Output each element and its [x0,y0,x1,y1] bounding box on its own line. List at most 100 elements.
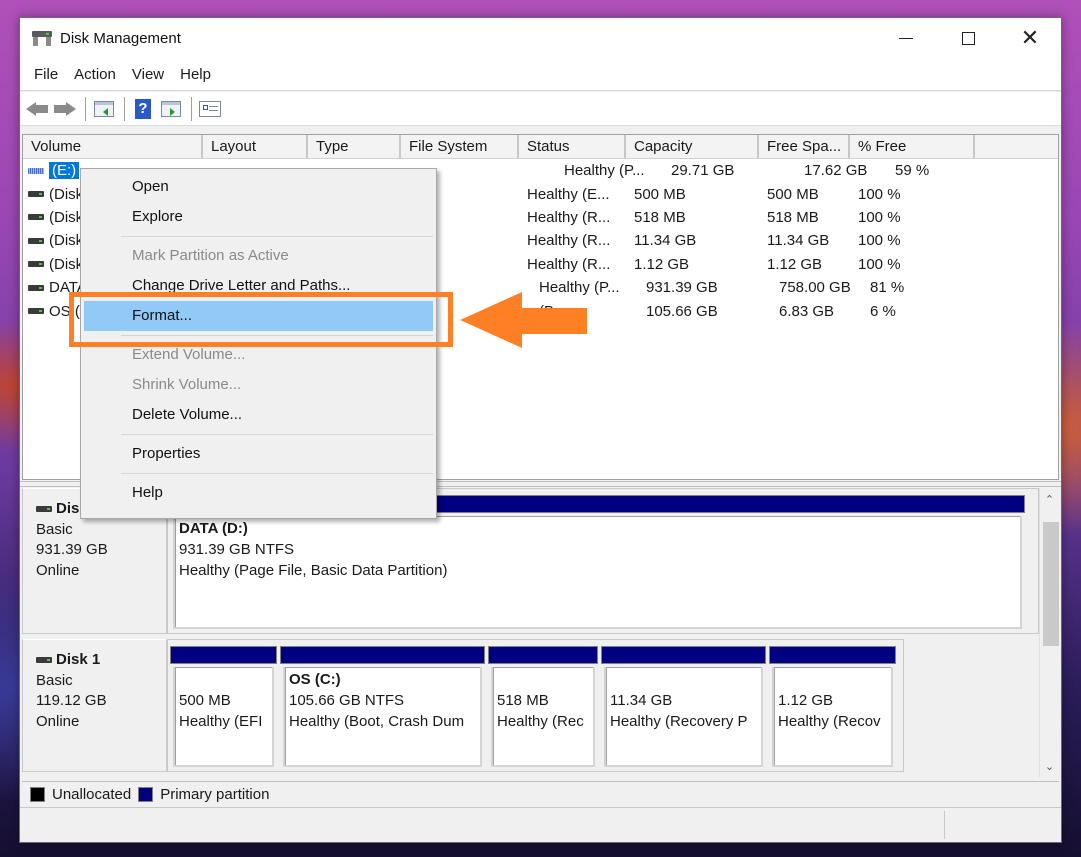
column-type[interactable]: Type [308,135,401,158]
partition-block[interactable]: OS (C:) 105.66 GB NTFS Healthy (Boot, Cras… [280,646,485,771]
percent-free-cell: 100 % [858,232,901,250]
column-free-space[interactable]: Free Spa... [759,135,850,158]
help-icon: ? [135,98,151,119]
partition-name [778,669,891,690]
column-volume[interactable]: Volume [23,135,203,158]
toolbar: ? [20,92,1061,126]
capacity-cell: 1.12 GB [634,255,690,273]
menu-separator [121,236,433,237]
disk-icon [36,657,52,664]
properties-button[interactable] [197,97,223,121]
partition-name: DATA (D:) [179,520,248,537]
partition-size: 518 MB [497,692,549,709]
menu-action[interactable]: Action [66,66,124,83]
maximize-button[interactable] [937,18,999,58]
free-space-cell: 17.62 GB [804,162,868,180]
scroll-down-button[interactable]: ⌄ [1040,755,1059,777]
properties-icon [199,100,221,117]
context-menu-item-open[interactable]: Open [84,172,433,202]
forward-button[interactable] [52,97,78,121]
status-cell: Healthy (R... [527,255,611,273]
partition-block[interactable]: 11.34 GB Healthy (Recovery P [601,646,766,771]
volume-name: (Disk [49,232,84,250]
back-button[interactable] [24,97,50,121]
column-percent-free[interactable]: % Free [850,135,975,158]
usb-drive-icon [28,167,44,174]
capacity-cell: 500 MB [634,185,686,203]
context-menu: Open Explore Mark Partition as Active Chang… [80,168,437,519]
legend-swatch-unallocated [30,787,45,802]
disk-state: Online [36,561,80,579]
disk-info-1[interactable]: Disk 1 Basic 119.12 GB Online [22,639,167,772]
partition-status: Healthy (Page File, Basic Data Partition… [179,562,448,579]
column-file-system[interactable]: File System [401,135,519,158]
context-menu-item-explore[interactable]: Explore [84,202,433,232]
partition-name: OS (C:) [289,671,341,688]
help-button[interactable]: ? [130,97,156,121]
partition-body: 1.12 GB Healthy (Recov [772,667,893,767]
context-menu-item-change-drive-letter-and-paths[interactable]: Change Drive Letter and Paths... [84,271,433,301]
drive-icon [28,261,44,268]
status-cell: Healthy (E... [527,185,610,203]
scrollbar-thumb[interactable] [1043,522,1059,646]
partition-name [497,669,593,690]
partition-body: 518 MB Healthy (Rec [491,667,595,767]
free-space-cell: 11.34 GB [767,232,830,250]
close-button[interactable]: ✕ [999,18,1061,58]
capacity-cell: 105.66 GB [646,302,718,320]
context-menu-item-properties[interactable]: Properties [84,439,433,469]
minimize-button[interactable] [875,18,937,58]
partition-bar [170,646,277,664]
chevron-down-icon: ⌄ [1044,760,1055,773]
legend-label-unallocated: Unallocated [52,786,132,803]
status-bar [20,807,1061,842]
close-icon: ✕ [1020,25,1040,50]
status-cell: Healthy (R... [527,208,611,226]
disk-icon [36,506,52,513]
back-icon [26,101,48,116]
show-hide-action-pane-button[interactable] [158,97,184,121]
title-bar[interactable]: Disk Management ✕ [20,18,1061,58]
window-title: Disk Management [60,29,181,47]
annotation-arrow-icon [460,292,587,348]
capacity-cell: 29.71 GB [671,162,735,180]
disk-type: Basic [36,520,73,538]
percent-free-cell: 59 % [895,162,930,180]
column-capacity[interactable]: Capacity [626,135,759,158]
menu-file[interactable]: File [26,66,66,83]
show-hide-console-tree-button[interactable] [91,97,117,121]
show-hide-console-tree-icon [94,100,114,117]
legend-label-primary: Primary partition [160,786,270,803]
forward-icon [54,101,76,116]
partition-body: 500 MB Healthy (EFI [173,667,274,767]
drive-icon [28,308,44,315]
volume-name: (Disk [49,185,84,203]
volume-name: (E:) [49,162,80,180]
toolbar-separator [85,96,86,121]
context-menu-item-delete-volume[interactable]: Delete Volume... [84,400,433,430]
context-menu-item-format[interactable]: Format... [84,301,433,331]
free-space-cell: 1.12 GB [767,255,823,273]
vertical-scrollbar[interactable]: ⌃ ⌄ [1039,488,1059,777]
partition-name [610,669,761,690]
partition-block[interactable]: 1.12 GB Healthy (Recov [769,646,896,771]
capacity-cell: 518 MB [634,208,686,226]
menu-help[interactable]: Help [172,66,219,83]
column-status[interactable]: Status [519,135,626,158]
column-layout[interactable]: Layout [203,135,308,158]
free-space-cell: 518 MB [767,208,819,226]
context-menu-item-mark-partition-as-active: Mark Partition as Active [132,247,289,264]
disk-graphical-view: Dis Basic 931.39 GB Online DATA (D:) 931.… [22,488,1059,777]
partition-bar [601,646,766,664]
scroll-up-button[interactable]: ⌃ [1040,488,1059,510]
context-menu-item-help[interactable]: Help [84,478,433,508]
volume-list-header: Volume Layout Type File System Status Ca… [23,135,1058,159]
partition-block[interactable]: 518 MB Healthy (Rec [488,646,598,771]
menu-view[interactable]: View [124,66,172,83]
drive-icon [28,284,44,291]
partition-block[interactable]: 500 MB Healthy (EFI [170,646,277,771]
partition-name [179,669,272,690]
capacity-cell: 931.39 GB [646,279,718,297]
disk-name: Disk 1 [56,651,101,668]
partition-size: 931.39 GB NTFS [179,541,295,558]
